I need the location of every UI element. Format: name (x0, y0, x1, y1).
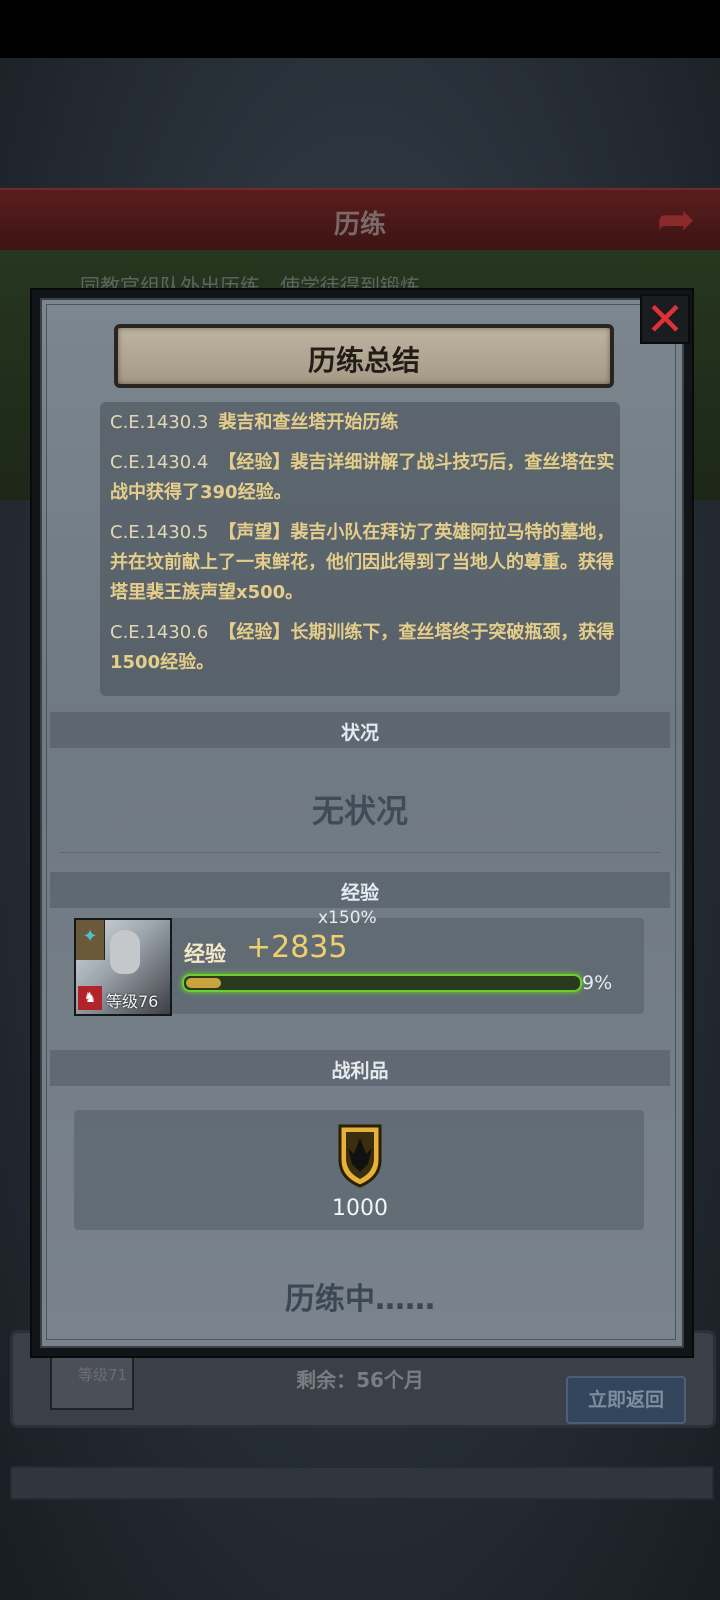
exp-multiplier: x150% (318, 908, 377, 928)
status-bar (0, 0, 720, 58)
status-section-label: 状况 (340, 722, 379, 744)
close-button[interactable]: ✕ (640, 294, 690, 344)
exp-label: 经验 (184, 942, 226, 966)
log-text: 裴吉和查丝塔开始历练 (218, 412, 399, 433)
character-avatar[interactable]: ✦ ♞ 等级76 (74, 918, 172, 1016)
log-entry: C.E.1430.6 【经验】长期训练下，查丝塔终于突破瓶颈，获得1500经验。 (110, 618, 616, 678)
avatar-portrait (110, 930, 140, 974)
return-now-button[interactable]: 立即返回 (566, 1376, 686, 1424)
background-bottom-card (10, 1466, 714, 1500)
exp-section-label: 经验 (340, 882, 379, 904)
log-date: C.E.1430.5 (110, 522, 209, 543)
background-header-title: 历练 (333, 210, 386, 240)
close-icon: ✕ (645, 292, 685, 346)
back-arrow-icon[interactable]: ➦ (646, 196, 706, 242)
status-section-header: 状况 (50, 712, 670, 748)
exp-percent: 9% (582, 972, 613, 994)
section-divider (60, 852, 660, 853)
avatar-level: 等级76 (106, 992, 159, 1011)
status-value: 无状况 (311, 792, 408, 830)
background-header: 历练 ➦ (0, 188, 720, 252)
log-entry: C.E.1430.3 裴吉和查丝塔开始历练 (110, 408, 616, 438)
log-entry: C.E.1430.4 【经验】裴吉详细讲解了战斗技巧后，查丝塔在实战中获得了390… (110, 448, 616, 508)
log-date: C.E.1430.6 (110, 622, 209, 643)
loot-amount: 1000 (332, 1196, 388, 1221)
training-log: C.E.1430.3 裴吉和查丝塔开始历练 C.E.1430.4 【经验】裴吉详细讲… (100, 402, 620, 696)
exp-gain: +2835 (246, 930, 348, 965)
loot-section-label: 战利品 (331, 1060, 389, 1082)
training-progress-status: 历练中…… (285, 1282, 435, 1317)
guild-shield-icon[interactable] (338, 1124, 382, 1188)
modal-title: 历练总结 (307, 344, 420, 377)
class-emblem-icon: ✦ (76, 920, 105, 960)
exp-section-header: 经验 (50, 872, 670, 908)
faction-icon: ♞ (78, 986, 102, 1010)
log-date: C.E.1430.3 (110, 412, 209, 433)
loot-section-header: 战利品 (50, 1050, 670, 1086)
title-banner: 历练总结 (114, 324, 614, 388)
exp-progress-bar (182, 974, 582, 992)
log-entry: C.E.1430.5 【声望】裴吉小队在拜访了英雄阿拉马特的墓地，并在坟前献上了一… (110, 518, 616, 608)
log-date: C.E.1430.4 (110, 452, 209, 473)
exp-progress-fill (186, 978, 221, 988)
